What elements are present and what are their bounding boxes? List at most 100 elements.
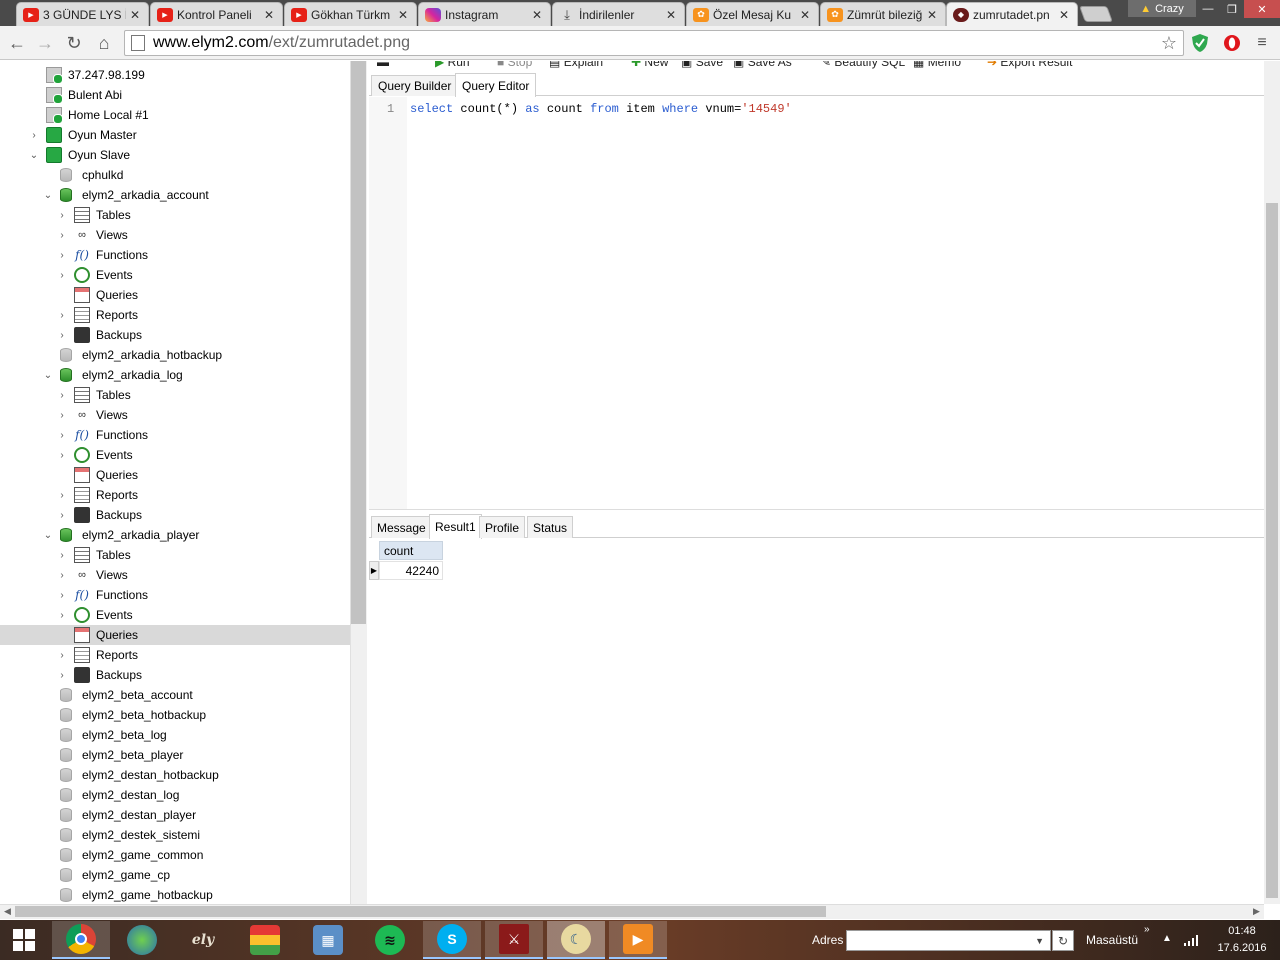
tree-node[interactable]: › f() Functions [0, 425, 350, 445]
toolbar-menu-icon[interactable]: ▬ [377, 61, 389, 69]
tab-query-editor[interactable]: Query Editor [455, 73, 537, 97]
tree-node[interactable]: › Oyun Master [0, 125, 350, 145]
collapsed-chevron-icon[interactable]: › [57, 510, 67, 521]
tree-node[interactable]: cphulkd [0, 165, 350, 185]
tree-node[interactable]: ⌄ Oyun Slave [0, 145, 350, 165]
taskbar-navicat[interactable]: ☾ [547, 921, 605, 959]
tab-profile[interactable]: Profile [479, 516, 526, 538]
tree-node[interactable]: ⌄ elym2_arkadia_log [0, 365, 350, 385]
collapsed-chevron-icon[interactable]: › [57, 270, 67, 281]
main-scrollbar-thumb[interactable] [1266, 203, 1278, 898]
memo-button[interactable]: ▦ Memo [913, 61, 961, 69]
home-button[interactable]: ⌂ [92, 31, 116, 55]
expanded-chevron-icon[interactable]: ⌄ [43, 190, 53, 201]
collapsed-chevron-icon[interactable]: › [57, 550, 67, 561]
taskbar-ely-app[interactable]: ely [174, 921, 232, 959]
taskbar-chrome[interactable] [52, 921, 110, 959]
dropdown-chevron-icon[interactable]: ▼ [1035, 936, 1044, 946]
tree-node[interactable]: › Tables [0, 545, 350, 565]
scroll-right-icon[interactable]: ▶ [1249, 904, 1264, 919]
minimize-button[interactable]: — [1196, 0, 1220, 18]
tree-scrollbar-thumb[interactable] [351, 61, 366, 624]
close-window-button[interactable]: ✕ [1244, 0, 1280, 18]
tab-query-builder[interactable]: Query Builder [371, 75, 459, 96]
export-result-button[interactable]: ➔ Export Result [987, 61, 1072, 69]
adguard-shield-icon[interactable] [1190, 33, 1210, 53]
expanded-chevron-icon[interactable]: ⌄ [29, 150, 39, 161]
result-cell[interactable]: 42240 [379, 561, 443, 580]
editor-result-splitter[interactable] [369, 509, 1264, 513]
taskbar-globe-app[interactable] [113, 921, 171, 959]
bookmark-star-icon[interactable]: ☆ [1161, 33, 1177, 54]
browser-tab-zumrut[interactable]: ✿ Zümrüt bileziğ ✕ [820, 2, 946, 26]
forward-button[interactable]: → [33, 31, 57, 55]
tree-node[interactable]: › Reports [0, 645, 350, 665]
tree-node[interactable]: elym2_destek_sistemi [0, 825, 350, 845]
clock-date[interactable]: 17.6.2016 [1216, 942, 1268, 954]
tree-node[interactable]: Queries [0, 285, 350, 305]
tree-node[interactable]: elym2_destan_hotbackup [0, 765, 350, 785]
taskbar-metin2[interactable]: ⚔ [485, 921, 543, 959]
tree-node[interactable]: ⌄ elym2_arkadia_player [0, 525, 350, 545]
collapsed-chevron-icon[interactable]: › [57, 310, 67, 321]
tab-result1[interactable]: Result1 [429, 514, 482, 539]
tree-node[interactable]: › Reports [0, 305, 350, 325]
clock-time[interactable]: 01:48 [1216, 925, 1268, 937]
tree-node[interactable]: › ∞ Views [0, 405, 350, 425]
collapsed-chevron-icon[interactable]: › [57, 250, 67, 261]
tab-message[interactable]: Message [371, 516, 432, 538]
scroll-left-icon[interactable]: ◀ [0, 904, 15, 919]
stop-button[interactable]: ■ Stop [497, 61, 532, 69]
tree-node[interactable]: › ∞ Views [0, 225, 350, 245]
sql-editor[interactable]: 1 select count(*) as count from item whe… [369, 97, 1264, 509]
collapsed-chevron-icon[interactable]: › [57, 330, 67, 341]
close-tab-icon[interactable]: ✕ [264, 8, 276, 22]
beautify-sql-button[interactable]: ✎ Beautify SQL [821, 61, 905, 69]
column-header-count[interactable]: count [379, 541, 443, 560]
tree-node[interactable]: › Tables [0, 385, 350, 405]
collapsed-chevron-icon[interactable]: › [29, 130, 39, 141]
collapsed-chevron-icon[interactable]: › [57, 410, 67, 421]
tree-node[interactable]: elym2_destan_player [0, 805, 350, 825]
address-bar[interactable]: www.elym2.com/ext/zumrutadet.png ☆ [124, 30, 1184, 56]
sql-line[interactable]: select count(*) as count from item where… [410, 102, 792, 116]
close-tab-icon[interactable]: ✕ [398, 8, 410, 22]
tab-status[interactable]: Status [527, 516, 574, 538]
menu-icon[interactable]: ≡ [1252, 33, 1272, 53]
tree-node[interactable]: 37.247.98.199 [0, 65, 350, 85]
tree-node[interactable]: elym2_beta_hotbackup [0, 705, 350, 725]
collapsed-chevron-icon[interactable]: › [57, 570, 67, 581]
tree-node[interactable]: › f() Functions [0, 585, 350, 605]
tree-node[interactable]: › Backups [0, 325, 350, 345]
tree-node[interactable]: › Backups [0, 505, 350, 525]
close-tab-icon[interactable]: ✕ [666, 8, 678, 22]
close-tab-icon[interactable]: ✕ [927, 8, 939, 22]
tree-node[interactable]: Bulent Abi [0, 85, 350, 105]
close-tab-icon[interactable]: ✕ [800, 8, 812, 22]
reload-button[interactable]: ↻ [62, 31, 86, 55]
horizontal-scrollbar-thumb[interactable] [15, 906, 826, 917]
tree-node[interactable]: › Tables [0, 205, 350, 225]
tree-node[interactable]: elym2_game_hotbackup [0, 885, 350, 904]
tree-node[interactable]: › Events [0, 445, 350, 465]
collapsed-chevron-icon[interactable]: › [57, 670, 67, 681]
taskbar-video-player[interactable]: ▶ [609, 921, 667, 959]
new-button[interactable]: ✚ New [631, 61, 668, 69]
address-toolbar-input[interactable]: ▼ [846, 930, 1051, 951]
close-tab-icon[interactable]: ✕ [532, 8, 544, 22]
back-button[interactable]: ← [5, 31, 29, 55]
tree-node[interactable]: elym2_game_common [0, 845, 350, 865]
tree-node[interactable]: › Events [0, 265, 350, 285]
tree-node[interactable]: ⌄ elym2_arkadia_account [0, 185, 350, 205]
tree-node[interactable]: Home Local #1 [0, 105, 350, 125]
taskbar-network-app[interactable]: ▦ [299, 921, 357, 959]
wifi-signal-icon[interactable] [1184, 934, 1200, 946]
save-button[interactable]: ▣ Save [681, 61, 723, 69]
collapsed-chevron-icon[interactable]: › [57, 230, 67, 241]
toolbar-overflow-icon[interactable]: » [1144, 924, 1150, 935]
browser-tab-downloads[interactable]: ⤓ İndirilenler ✕ [552, 2, 685, 26]
collapsed-chevron-icon[interactable]: › [57, 650, 67, 661]
tree-node[interactable]: elym2_destan_log [0, 785, 350, 805]
taskbar-skype[interactable]: S [423, 921, 481, 959]
address-refresh-button[interactable]: ↻ [1052, 930, 1074, 951]
